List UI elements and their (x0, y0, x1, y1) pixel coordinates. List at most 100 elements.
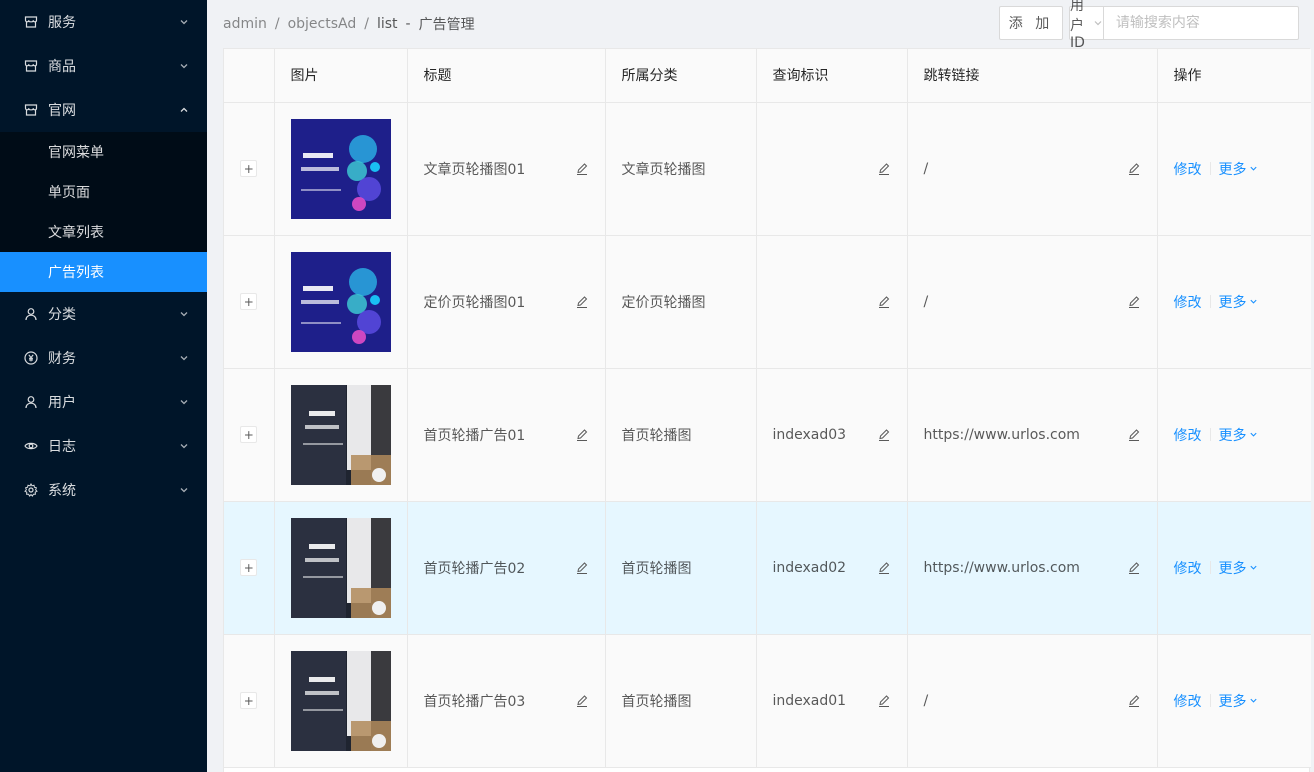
submenu-item-article-list[interactable]: 文章列表 (0, 212, 207, 252)
more-dropdown[interactable]: 更多 (1219, 558, 1258, 578)
breadcrumb-separator: / (364, 16, 369, 32)
sidebar-item-label: 用户 (48, 395, 76, 411)
more-dropdown[interactable]: 更多 (1219, 292, 1258, 312)
user-icon (24, 307, 38, 321)
ad-link: https://www.urlos.com (923, 426, 1080, 443)
submenu-item-single-page[interactable]: 单页面 (0, 172, 207, 212)
action-divider (1209, 162, 1211, 175)
chevron-down-icon (179, 61, 189, 71)
ad-key: indexad02 (772, 559, 847, 576)
main-content: admin / objectsAd / list - 广告管理 添 加 用户ID (207, 0, 1314, 772)
ad-category: 定价页轮播图 (621, 294, 706, 311)
sidebar-item-system[interactable]: 系统 (0, 468, 207, 512)
breadcrumb-separator: / (274, 16, 280, 32)
gear-icon (24, 483, 38, 497)
edit-link[interactable]: 修改 (1174, 558, 1202, 578)
sidebar-item-category[interactable]: 分类 (0, 292, 207, 336)
expand-row-button[interactable]: + (240, 692, 258, 709)
edit-link[interactable]: 修改 (1174, 159, 1202, 179)
page-title: 广告管理 (418, 17, 475, 33)
submenu-item-ad-list[interactable]: 广告列表 (0, 252, 207, 292)
action-divider (1209, 295, 1211, 308)
action-divider (1209, 561, 1211, 574)
sidebar-item-finance[interactable]: 财务 (0, 336, 207, 380)
submenu-item-site-menu[interactable]: 官网菜单 (0, 132, 207, 172)
sidebar-item-website[interactable]: 官网 (0, 88, 207, 132)
sidebar-item-service[interactable]: 服务 (0, 0, 207, 44)
action-divider (1209, 428, 1211, 441)
edit-icon[interactable] (877, 561, 891, 575)
more-dropdown[interactable]: 更多 (1219, 159, 1258, 179)
edit-icon[interactable] (1127, 428, 1141, 442)
store-icon (24, 103, 38, 117)
edit-icon[interactable] (575, 694, 589, 708)
breadcrumb-item[interactable]: objectsAd (288, 16, 357, 32)
topbar: admin / objectsAd / list - 广告管理 添 加 用户ID (207, 0, 1314, 51)
edit-icon[interactable] (575, 561, 589, 575)
edit-icon[interactable] (1127, 694, 1141, 708)
eye-icon (24, 439, 38, 453)
sidebar-item-label: 系统 (48, 483, 76, 499)
column-header-link: 跳转链接 (907, 49, 1158, 103)
expand-row-button[interactable]: + (240, 559, 258, 576)
yen-icon (24, 351, 38, 365)
add-button[interactable]: 添 加 (999, 6, 1063, 40)
chevron-down-icon (1249, 297, 1258, 306)
search-field-label: 用户ID (1070, 0, 1085, 51)
edit-link[interactable]: 修改 (1174, 425, 1202, 445)
column-header-key: 查询标识 (756, 49, 908, 103)
ad-image-thumbnail (290, 251, 391, 352)
chevron-down-icon (1249, 696, 1258, 705)
chevron-down-icon (179, 397, 189, 407)
ad-image-thumbnail (290, 384, 391, 485)
ad-image-thumbnail (290, 517, 391, 618)
edit-icon[interactable] (1127, 561, 1141, 575)
ad-image-thumbnail (290, 118, 391, 219)
sidebar-item-log[interactable]: 日志 (0, 424, 207, 468)
chevron-down-icon (179, 17, 189, 27)
chevron-down-icon (1249, 430, 1258, 439)
search-group: 用户ID (1069, 0, 1302, 51)
column-header-expand (224, 49, 275, 103)
edit-icon[interactable] (1127, 295, 1141, 309)
edit-icon[interactable] (575, 428, 589, 442)
ad-title: 首页轮播广告02 (423, 560, 526, 577)
more-label: 更多 (1218, 427, 1247, 444)
expand-row-button[interactable]: + (240, 426, 258, 443)
store-icon (24, 15, 38, 29)
search-field-select[interactable]: 用户ID (1070, 0, 1104, 51)
sidebar-item-label: 分类 (48, 307, 76, 323)
ad-image-thumbnail (290, 650, 391, 751)
edit-icon[interactable] (877, 428, 891, 442)
search-input[interactable] (1103, 7, 1302, 39)
breadcrumb-dash: - (405, 16, 411, 32)
more-label: 更多 (1218, 294, 1247, 311)
more-label: 更多 (1218, 693, 1247, 710)
more-dropdown[interactable]: 更多 (1219, 425, 1258, 445)
edit-link[interactable]: 修改 (1174, 292, 1202, 312)
sidebar: 服务 商品 官网 官网菜单 单页面 文章列表 广告列表 分类 财务 用户 日志 … (0, 0, 207, 772)
edit-icon[interactable] (877, 694, 891, 708)
sidebar-item-label: 财务 (48, 351, 76, 367)
sidebar-item-goods[interactable]: 商品 (0, 44, 207, 88)
table-row: + 首页轮播广告01 首页轮播图 indexad03 https://www.u… (224, 368, 1311, 502)
edit-icon[interactable] (575, 162, 589, 176)
chevron-down-icon (1093, 18, 1103, 28)
table-row: + 文章页轮播图01 文章页轮播图 / 修改 更多 (224, 102, 1311, 236)
sidebar-item-user[interactable]: 用户 (0, 380, 207, 424)
column-header-title: 标题 (407, 49, 606, 103)
expand-row-button[interactable]: + (240, 160, 258, 177)
breadcrumb-item[interactable]: admin (223, 16, 267, 32)
table-row: + 首页轮播广告02 首页轮播图 indexad02 https://www.u… (224, 501, 1311, 635)
edit-icon[interactable] (877, 162, 891, 176)
column-header-actions: 操作 (1157, 49, 1311, 103)
ad-key: indexad03 (772, 426, 847, 443)
edit-link[interactable]: 修改 (1174, 691, 1202, 711)
more-dropdown[interactable]: 更多 (1219, 691, 1258, 711)
edit-icon[interactable] (1127, 162, 1141, 176)
ad-link: https://www.urlos.com (923, 559, 1080, 576)
edit-icon[interactable] (575, 295, 589, 309)
ad-category: 首页轮播图 (621, 560, 692, 577)
expand-row-button[interactable]: + (240, 293, 258, 310)
edit-icon[interactable] (877, 295, 891, 309)
